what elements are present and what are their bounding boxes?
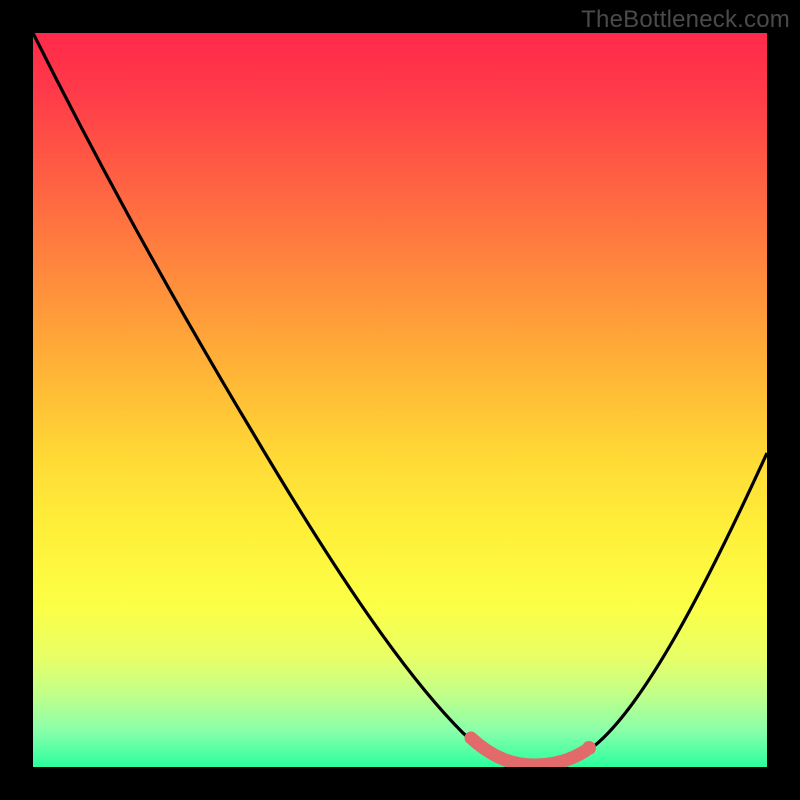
chart-frame: TheBottleneck.com	[0, 0, 800, 800]
plot-area	[33, 33, 767, 767]
optimal-end-dot	[582, 741, 596, 755]
optimal-range-highlight	[471, 738, 585, 765]
bottleneck-curve	[33, 33, 767, 767]
curve-path	[33, 33, 767, 765]
watermark-text: TheBottleneck.com	[581, 6, 790, 34]
